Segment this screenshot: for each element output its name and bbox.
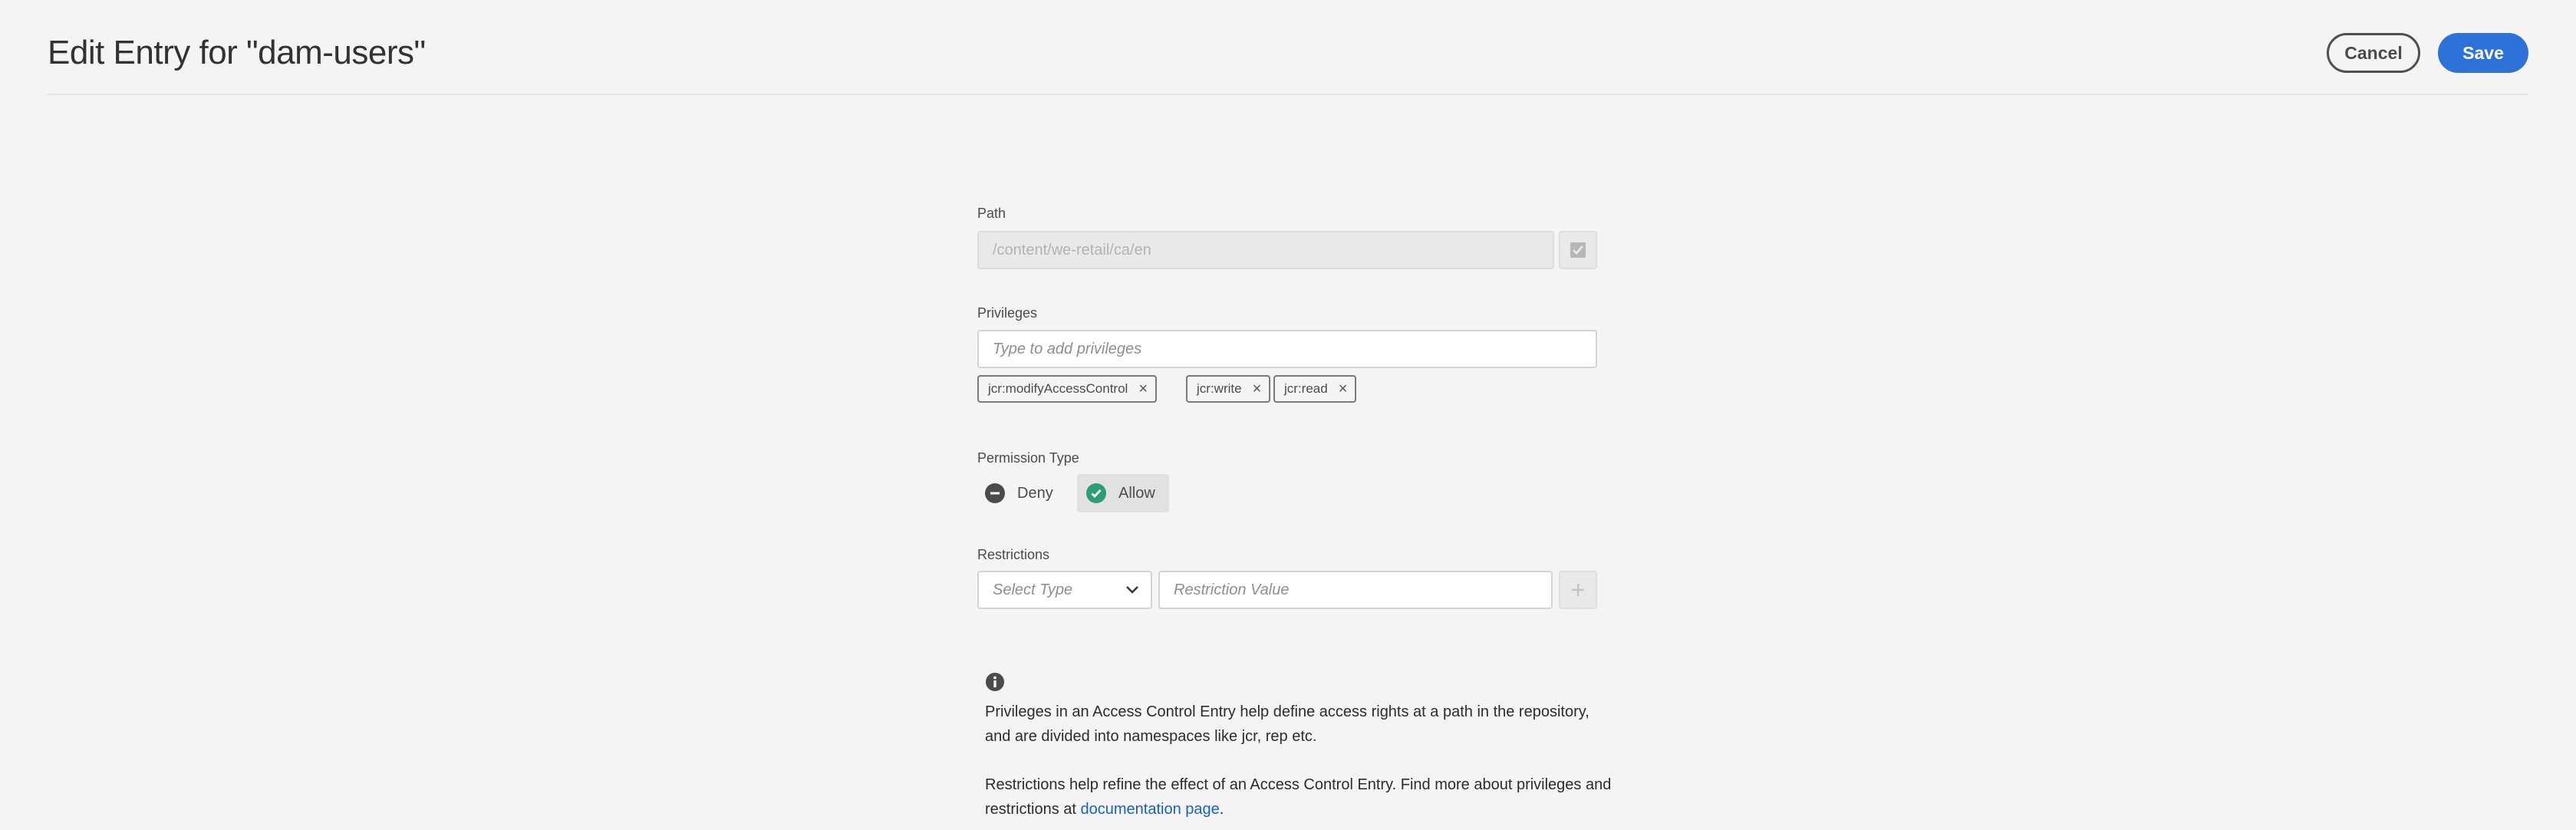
info-icon	[986, 673, 1004, 691]
privileges-help-text: Privileges in an Access Control Entry he…	[985, 703, 1589, 745]
select-type-placeholder: Select Type	[993, 581, 1073, 598]
privilege-tag-modify-access-control: jcr:modifyAccessControl ×	[977, 375, 1158, 403]
remove-tag-icon[interactable]: ×	[1339, 381, 1348, 397]
privileges-label: Privileges	[977, 305, 1038, 321]
remove-tag-icon[interactable]: ×	[1138, 381, 1148, 397]
path-browse-button	[1559, 231, 1597, 269]
restriction-value-input[interactable]: Restriction Value	[1158, 571, 1553, 609]
restriction-value-placeholder: Restriction Value	[1174, 581, 1290, 598]
page-title: Edit Entry for "dam-users"	[48, 34, 426, 71]
header: Edit Entry for "dam-users" Cancel Save	[48, 0, 2528, 95]
documentation-link[interactable]: documentation page	[1080, 801, 1219, 818]
privilege-tag-read: jcr:read ×	[1273, 375, 1357, 403]
checkbox-icon	[1570, 242, 1586, 258]
tag-label: jcr:read	[1284, 381, 1328, 396]
minus-circle-icon	[985, 483, 1005, 503]
save-button[interactable]: Save	[2438, 33, 2528, 73]
privilege-tag-write: jcr:write ×	[1186, 375, 1271, 403]
privileges-input[interactable]: Type to add privileges	[977, 330, 1597, 368]
permission-type-label: Permission Type	[977, 450, 1079, 466]
plus-icon	[1572, 584, 1584, 596]
allow-option[interactable]: Allow	[1077, 474, 1169, 512]
deny-option[interactable]: Deny	[985, 474, 1053, 512]
add-restriction-button[interactable]	[1559, 571, 1597, 609]
remove-tag-icon[interactable]: ×	[1253, 381, 1262, 397]
path-field: /content/we-retail/ca/en	[977, 231, 1554, 269]
path-label: Path	[977, 206, 1006, 221]
tag-label: jcr:write	[1197, 381, 1242, 396]
privileges-placeholder: Type to add privileges	[993, 340, 1142, 357]
allow-label: Allow	[1118, 484, 1155, 502]
cancel-button[interactable]: Cancel	[2327, 33, 2420, 73]
deny-label: Deny	[1017, 484, 1053, 502]
restriction-type-select[interactable]: Select Type	[977, 571, 1152, 609]
restrictions-help-text: Restrictions help refine the effect of a…	[985, 772, 1614, 822]
tag-label: jcr:modifyAccessControl	[988, 381, 1128, 396]
path-value: /content/we-retail/ca/en	[993, 241, 1151, 259]
restrictions-help-prefix: Restrictions help refine the effect of a…	[985, 776, 1612, 818]
restrictions-help-suffix: .	[1219, 801, 1224, 818]
check-circle-icon	[1086, 483, 1106, 503]
restrictions-label: Restrictions	[977, 547, 1050, 562]
chevron-down-icon	[1126, 586, 1138, 594]
